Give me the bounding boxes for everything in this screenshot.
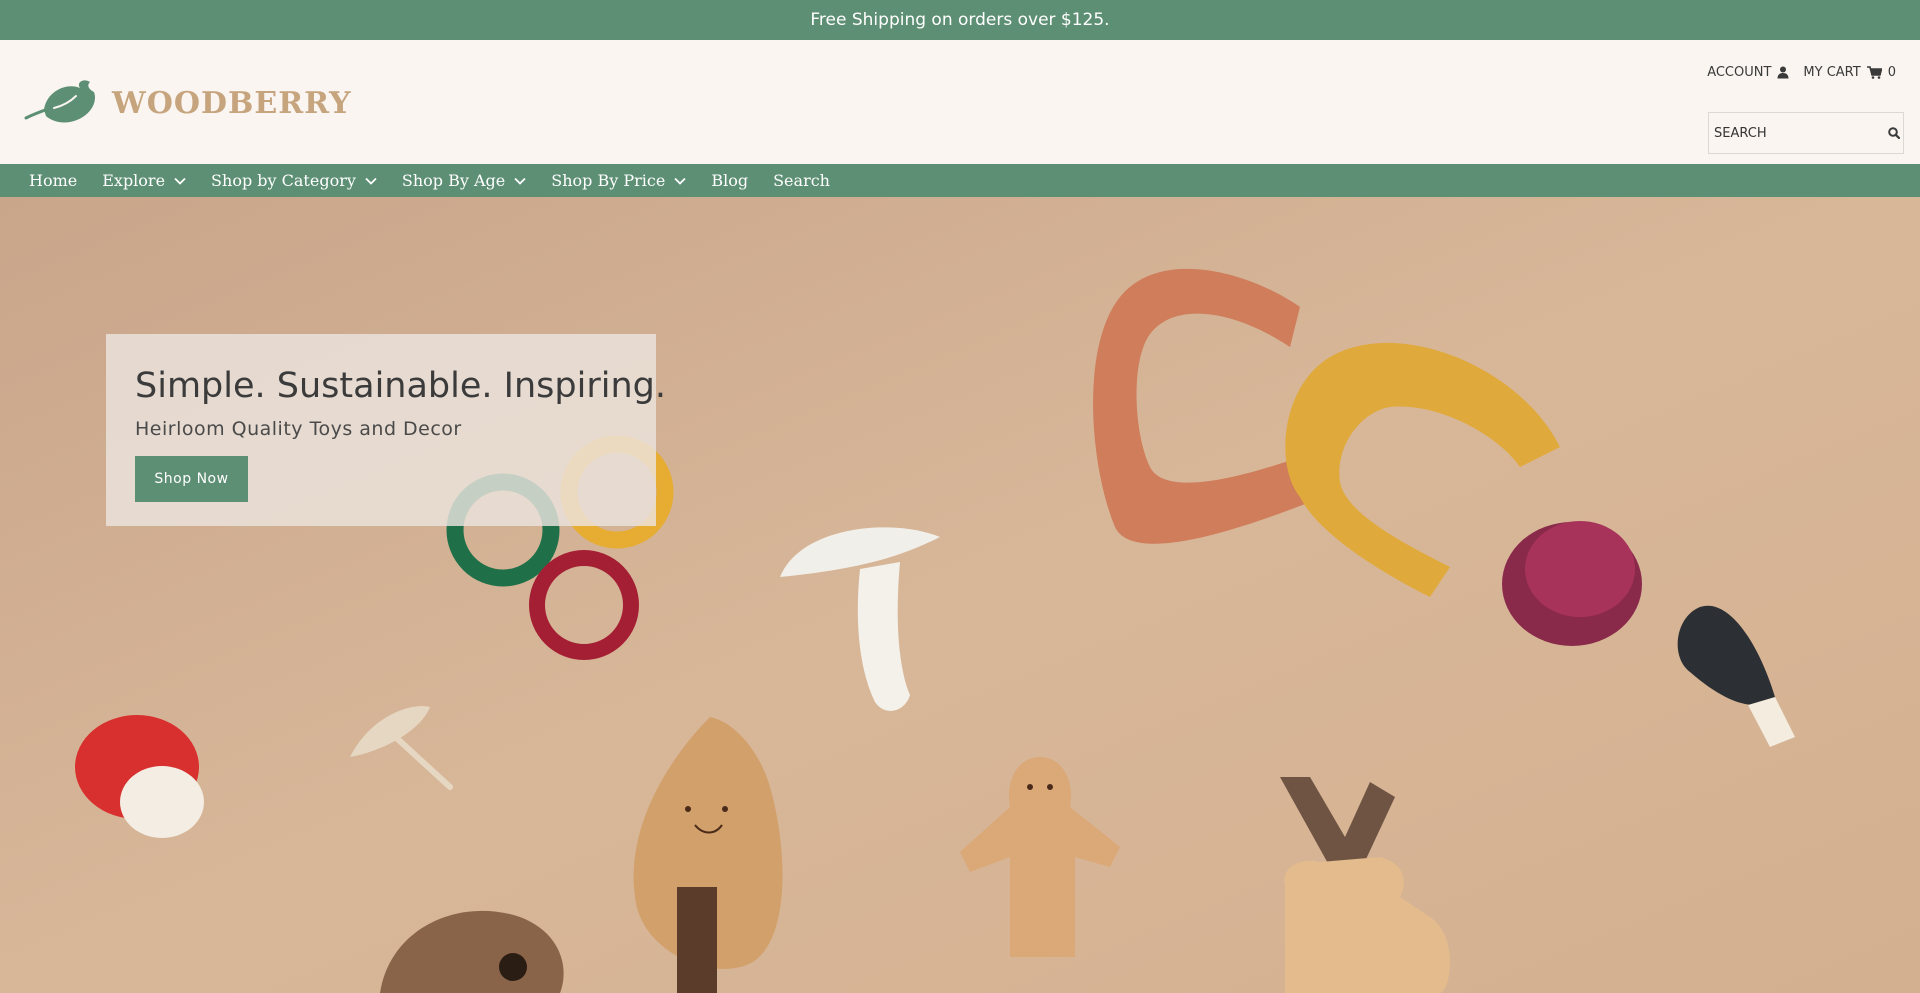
search-icon (1887, 127, 1900, 139)
account-link[interactable]: ACCOUNT (1707, 65, 1789, 80)
search-button[interactable] (1884, 113, 1903, 153)
nav-shop-by-price[interactable]: Shop By Price (551, 171, 686, 190)
site-header: WOODBERRY ACCOUNT MY CART 0 (0, 40, 1920, 164)
cart-count: 0 (1887, 65, 1896, 80)
leaf-logo-icon (24, 80, 95, 123)
nav-shop-by-age[interactable]: Shop By Age (402, 171, 526, 190)
nav-explore-label: Explore (102, 171, 166, 190)
nav-home[interactable]: Home (29, 171, 77, 190)
nav-shop-by-age-label: Shop By Age (401, 171, 506, 190)
hero-panel: Simple. Sustainable. Inspiring. Heirloom… (106, 334, 666, 526)
nav-shop-by-category-label: Shop by Category (211, 171, 356, 190)
hero-image (0, 197, 1920, 993)
brand-logo[interactable]: WOODBERRY (24, 76, 352, 130)
utility-links: ACCOUNT MY CART 0 (1707, 65, 1896, 80)
cart-icon (1866, 66, 1882, 79)
cart-label: MY CART (1803, 65, 1861, 80)
account-label: ACCOUNT (1707, 65, 1772, 80)
search-form (1708, 112, 1904, 154)
nav-search[interactable]: Search (773, 171, 830, 190)
nav-search-label: Search (773, 171, 830, 190)
hero-subtitle: Heirloom Quality Toys and Decor (135, 418, 462, 440)
nav-shop-by-price-label: Shop By Price (551, 171, 666, 190)
brand-name: WOODBERRY (112, 85, 352, 121)
search-input[interactable] (1709, 113, 1884, 153)
nav-shop-by-category[interactable]: Shop by Category (211, 171, 377, 190)
chevron-down-icon (174, 177, 186, 185)
nav-blog[interactable]: Blog (711, 171, 748, 190)
hero-title: Simple. Sustainable. Inspiring. (135, 366, 666, 406)
shop-now-button[interactable]: Shop Now (135, 456, 248, 502)
chevron-down-icon (514, 177, 526, 185)
chevron-down-icon (674, 177, 686, 185)
announcement-bar: Free Shipping on orders over $125. (0, 0, 1920, 40)
nav-explore[interactable]: Explore (102, 171, 186, 190)
announcement-text: Free Shipping on orders over $125. (810, 10, 1110, 30)
cart-link[interactable]: MY CART 0 (1803, 65, 1896, 80)
user-icon (1777, 66, 1789, 79)
nav-blog-label: Blog (711, 171, 749, 190)
hero-banner: Simple. Sustainable. Inspiring. Heirloom… (0, 197, 1920, 993)
main-nav: Home Explore Shop by Category Shop By Ag… (0, 164, 1920, 197)
nav-home-label: Home (29, 171, 78, 190)
chevron-down-icon (365, 177, 377, 185)
